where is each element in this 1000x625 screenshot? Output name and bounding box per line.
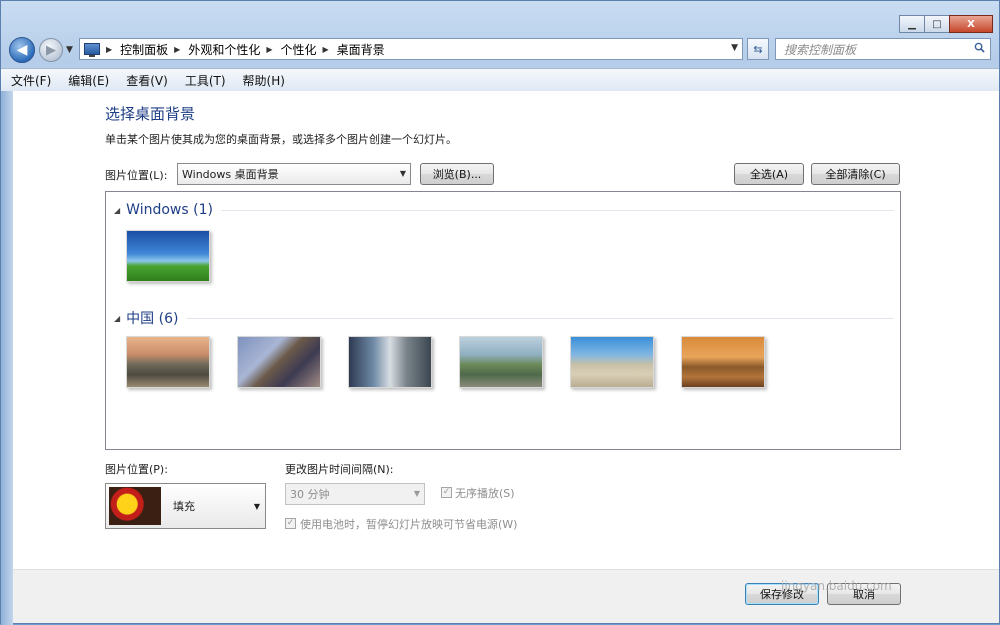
shuffle-label: 无序播放(S): [455, 487, 515, 500]
wallpaper-thumbnail-china-6[interactable]: [681, 336, 765, 388]
content-pane: 选择桌面背景 单击某个图片使其成为您的桌面背景，或选择多个图片创建一个幻灯片。 …: [13, 91, 999, 569]
menu-tools[interactable]: 工具(T): [175, 72, 233, 89]
breadcrumb-personalization[interactable]: 个性化: [281, 41, 317, 58]
group-header-china[interactable]: ◢ 中国 (6): [114, 308, 894, 328]
picture-location-select[interactable]: Windows 桌面背景 ▼: [177, 163, 411, 185]
window-left-edge: [1, 91, 13, 625]
group-divider: [220, 209, 894, 211]
breadcrumb-separator-icon[interactable]: ▶: [266, 45, 272, 54]
group-divider: [186, 317, 894, 319]
breadcrumb-control-panel[interactable]: 控制面板: [120, 41, 168, 58]
forward-arrow-icon: ▶: [46, 42, 56, 58]
search-input[interactable]: 搜索控制面板: [775, 38, 991, 60]
close-button[interactable]: X: [949, 15, 993, 33]
battery-pause-checkbox[interactable]: ✓: [285, 518, 296, 529]
collapse-triangle-icon[interactable]: ◢: [114, 314, 120, 323]
collapse-triangle-icon[interactable]: ◢: [114, 206, 120, 215]
group-name: Windows (1): [126, 202, 213, 218]
wallpaper-thumbnail-windows[interactable]: [126, 230, 210, 282]
refresh-button[interactable]: ⇆: [747, 38, 769, 60]
forward-button[interactable]: ▶: [39, 38, 63, 62]
picture-location-value: Windows 桌面背景: [182, 168, 279, 181]
menu-bar: 文件(F) 编辑(E) 查看(V) 工具(T) 帮助(H): [1, 68, 999, 92]
chevron-down-icon: ▼: [413, 489, 420, 498]
search-icon[interactable]: [974, 42, 985, 53]
chevron-down-icon: ▼: [253, 502, 260, 511]
menu-edit[interactable]: 编辑(E): [58, 72, 116, 89]
footer-bar: 保存修改 取消: [13, 569, 999, 623]
browse-button[interactable]: 浏览(B)...: [420, 163, 494, 185]
picture-location-label: 图片位置(L):: [105, 169, 168, 182]
group-header-windows[interactable]: ◢ Windows (1): [114, 202, 894, 218]
address-history-dropdown[interactable]: ▼: [731, 43, 738, 53]
shuffle-checkbox[interactable]: ✓: [441, 487, 452, 498]
picture-position-value: 填充: [173, 500, 195, 513]
breadcrumb-separator-icon[interactable]: ▶: [106, 45, 112, 54]
wallpaper-thumbnail-china-3[interactable]: [348, 336, 432, 388]
menu-view[interactable]: 查看(V): [116, 72, 175, 89]
wallpaper-thumbnail-china-2[interactable]: [237, 336, 321, 388]
page-description: 单击某个图片使其成为您的桌面背景，或选择多个图片创建一个幻灯片。: [105, 133, 457, 146]
maximize-button[interactable]: □: [924, 15, 950, 33]
back-button[interactable]: ◀: [9, 37, 35, 63]
page-title: 选择桌面背景: [105, 105, 196, 123]
select-all-button[interactable]: 全选(A): [734, 163, 804, 185]
minimize-button[interactable]: ▁: [899, 15, 925, 33]
menu-file[interactable]: 文件(F): [1, 72, 58, 89]
wallpaper-thumbnail-china-5[interactable]: [570, 336, 654, 388]
interval-label: 更改图片时间间隔(N):: [285, 463, 394, 476]
battery-pause-label: 使用电池时，暂停幻灯片放映可节省电源(W): [300, 518, 518, 531]
interval-value: 30 分钟: [290, 488, 330, 501]
control-panel-window: ▁ □ X ◀ ▶ ▼ ▶ 控制面板 ▶ 外观和个性化 ▶ 个性化 ▶ 桌面背景…: [0, 0, 1000, 625]
search-placeholder: 搜索控制面板: [784, 42, 857, 57]
address-bar[interactable]: ▶ 控制面板 ▶ 外观和个性化 ▶ 个性化 ▶ 桌面背景 ▼: [79, 38, 743, 60]
refresh-icon: ⇆: [753, 42, 763, 56]
back-arrow-icon: ◀: [16, 42, 28, 58]
clear-all-button[interactable]: 全部清除(C): [811, 163, 900, 185]
breadcrumb-separator-icon[interactable]: ▶: [323, 45, 329, 54]
navigation-bar: ◀ ▶ ▼ ▶ 控制面板 ▶ 外观和个性化 ▶ 个性化 ▶ 桌面背景 ▼ ⇆ 搜…: [9, 37, 991, 63]
wallpaper-thumbnail-china-4[interactable]: [459, 336, 543, 388]
watermark-url: jingyan.baidu.com: [781, 579, 892, 593]
picture-position-label: 图片位置(P):: [105, 463, 168, 476]
flower-preview-icon: [109, 487, 161, 525]
wallpaper-gallery[interactable]: ◢ Windows (1) ◢ 中国 (6): [105, 191, 901, 450]
chevron-down-icon: ▼: [66, 45, 73, 55]
recent-pages-dropdown[interactable]: ▼: [66, 45, 73, 55]
picture-position-select[interactable]: 填充 ▼: [105, 483, 266, 529]
watermark-brand: Baidu经验: [741, 526, 957, 572]
wallpaper-thumbnail-china-1[interactable]: [126, 336, 210, 388]
group-name: 中国 (6): [126, 311, 179, 327]
control-panel-icon: [84, 43, 100, 57]
chevron-down-icon: ▼: [399, 169, 406, 178]
interval-select[interactable]: 30 分钟 ▼: [285, 483, 425, 505]
caption-buttons: ▁ □ X: [899, 15, 993, 33]
breadcrumb-appearance[interactable]: 外观和个性化: [188, 41, 260, 58]
breadcrumb-desktop-background[interactable]: 桌面背景: [337, 41, 385, 58]
menu-help[interactable]: 帮助(H): [233, 72, 292, 89]
breadcrumb-separator-icon[interactable]: ▶: [174, 45, 180, 54]
